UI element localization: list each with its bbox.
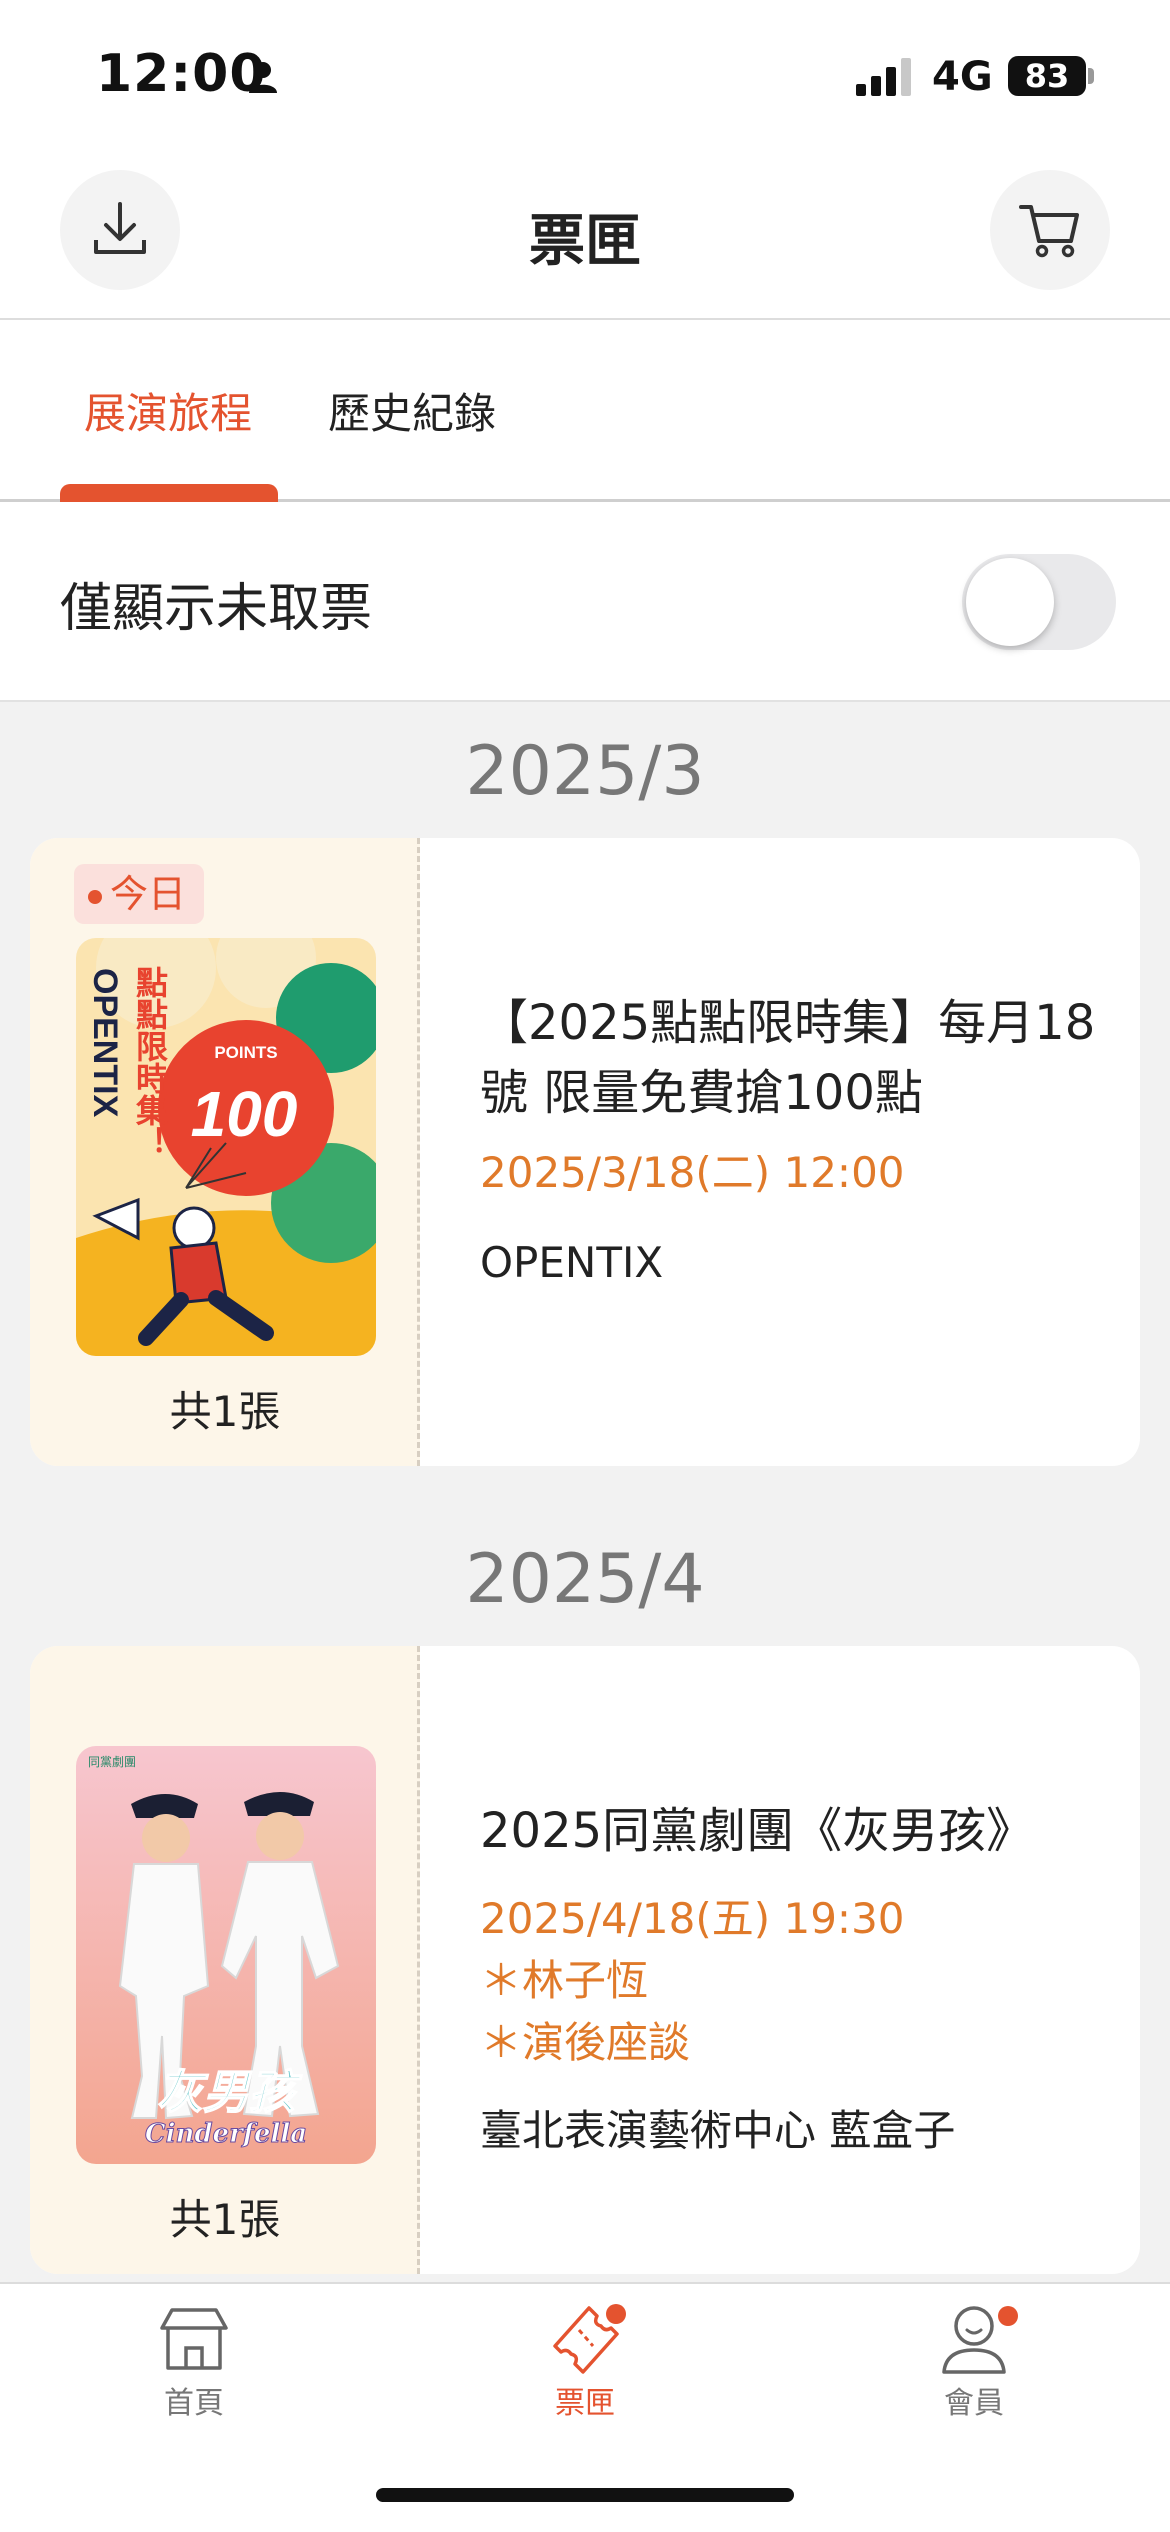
tabbar-home[interactable]: 首頁 bbox=[94, 2302, 294, 2422]
today-badge-label: 今日 bbox=[110, 872, 187, 916]
event-info: 2025同黨劇團《灰男孩》 2025/4/18(五) 19:30 ＊林子恆 ＊演後… bbox=[480, 1796, 1100, 2162]
today-badge: 今日 bbox=[74, 864, 205, 924]
event-venue: OPENTIX bbox=[480, 1238, 664, 1287]
battery-cap bbox=[1088, 68, 1094, 84]
month-heading: 2025/4 bbox=[465, 1540, 705, 1619]
ticket-count: 共1張 bbox=[169, 2195, 281, 2244]
event-venue: 臺北表演藝術中心 藍盒子 bbox=[480, 2106, 956, 2155]
tab-journey[interactable]: 展演旅程 bbox=[84, 380, 252, 441]
active-tab-indicator bbox=[60, 484, 278, 502]
member-notification-dot bbox=[998, 2306, 1018, 2326]
ticket-stub: 今日 POINTS 100 OPENTIX 點點限時集！ 共1張 bbox=[30, 838, 420, 1466]
event-tag: ＊演後座談 bbox=[480, 2018, 691, 2067]
home-indicator bbox=[376, 2488, 794, 2502]
event-title: 【2025點點限時集】每月18號 限量免費搶100點 bbox=[480, 995, 1096, 1121]
unclaimed-toggle[interactable] bbox=[962, 554, 1116, 650]
event-date: 2025/4/18(五) 19:30 bbox=[480, 1894, 905, 1943]
poster-points: 100 bbox=[191, 1078, 298, 1150]
ticket-card[interactable]: 同黨劇團 灰男孩 Cinderfella 共1張 2025同黨劇團《灰男孩》 2… bbox=[30, 1646, 1140, 2274]
event-info: 【2025點點限時集】每月18號 限量免費搶100點 2025/3/18(二) … bbox=[480, 988, 1100, 1294]
tab-bar: 展演旅程 歷史紀錄 bbox=[0, 320, 1170, 502]
event-poster: POINTS 100 OPENTIX 點點限時集！ bbox=[76, 938, 376, 1356]
tabbar-home-label: 首頁 bbox=[164, 2386, 224, 2421]
tabbar-member-label: 會員 bbox=[944, 2386, 1004, 2421]
poster-logo-cn: 灰男孩 bbox=[157, 2065, 303, 2119]
ticket-card[interactable]: 今日 POINTS 100 OPENTIX 點點限時集！ 共1張 【2025點點… bbox=[30, 838, 1140, 1466]
event-poster: 同黨劇團 灰男孩 Cinderfella bbox=[76, 1746, 376, 2164]
event-title: 2025同黨劇團《灰男孩》 bbox=[480, 1803, 1035, 1859]
month-heading: 2025/3 bbox=[465, 732, 705, 811]
tabbar-ticket-label: 票匣 bbox=[555, 2386, 615, 2421]
ticket-stub: 同黨劇團 灰男孩 Cinderfella 共1張 bbox=[30, 1646, 420, 2274]
poster-brand: OPENTIX bbox=[86, 968, 124, 1118]
page-header: 票匣 bbox=[0, 150, 1170, 320]
ticket-count: 共1張 bbox=[169, 1387, 281, 1436]
poster-slogan: 點點限時集！ bbox=[131, 966, 169, 1158]
toggle-knob bbox=[966, 558, 1054, 646]
signal-icon bbox=[856, 58, 911, 96]
filter-row: 僅顯示未取票 bbox=[0, 502, 1170, 702]
today-dot bbox=[88, 889, 102, 904]
network-label: 4G bbox=[932, 54, 993, 100]
tab-history[interactable]: 歷史紀錄 bbox=[328, 380, 496, 441]
event-tags: ＊林子恆 ＊演後座談 bbox=[480, 1950, 1100, 2074]
status-bar: 12:00 4G 83 bbox=[0, 0, 1170, 150]
poster-points-label: POINTS bbox=[214, 1043, 277, 1062]
event-date: 2025/3/18(二) 12:00 bbox=[480, 1148, 905, 1197]
tabbar-ticket[interactable]: 票匣 bbox=[485, 2302, 685, 2422]
filter-label: 僅顯示未取票 bbox=[60, 579, 373, 639]
home-icon bbox=[160, 2308, 228, 2370]
cart-icon bbox=[1019, 205, 1079, 258]
ticket-notification-dot bbox=[606, 2304, 626, 2324]
tabbar-member[interactable]: 會員 bbox=[874, 2302, 1074, 2422]
cart-button[interactable] bbox=[990, 170, 1110, 290]
battery-indicator: 83 bbox=[1008, 56, 1086, 96]
event-tag: ＊林子恆 bbox=[480, 1956, 649, 2005]
poster-corner-logo: 同黨劇團 bbox=[88, 1755, 136, 1769]
status-time: 12:00 bbox=[96, 44, 267, 104]
poster-logo-en: Cinderfella bbox=[145, 2119, 307, 2149]
person-icon bbox=[249, 62, 277, 93]
